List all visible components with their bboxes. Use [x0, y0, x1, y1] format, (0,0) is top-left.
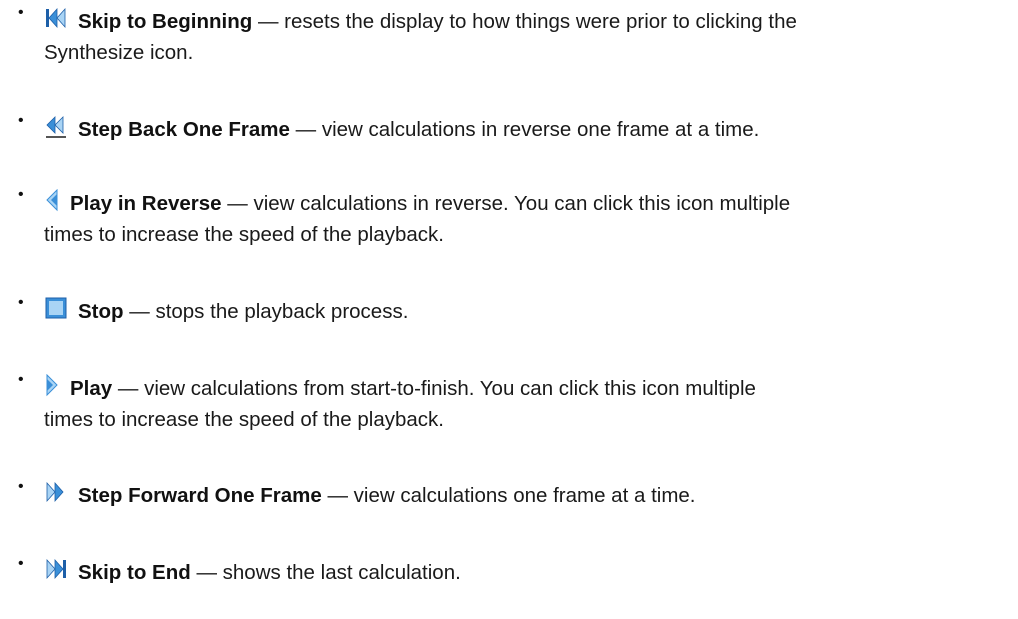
bullet: •	[18, 294, 24, 311]
bullet: •	[18, 555, 24, 572]
skip-to-end-icon	[44, 558, 68, 582]
skip-to-beginning-icon	[44, 7, 68, 31]
item-description-continued: Synthesize icon.	[44, 41, 194, 64]
item-description-continued: times to increase the speed of the playb…	[44, 408, 444, 431]
item-label: Play in Reverse	[70, 192, 222, 215]
play-icon	[44, 374, 60, 398]
bullet: •	[18, 4, 24, 21]
item-description: — shows the last calculation.	[190, 561, 461, 584]
bullet: •	[18, 371, 24, 388]
item-description: — resets the display to how things were …	[252, 10, 797, 33]
item-label: Skip to Beginning	[78, 10, 253, 33]
item-label: Step Back One Frame	[78, 118, 290, 141]
bullet: •	[18, 112, 24, 129]
step-forward-one-frame-icon	[44, 481, 68, 505]
bullet: •	[18, 186, 24, 203]
play-in-reverse-icon	[44, 189, 60, 213]
item-label: Step Forward One Frame	[78, 484, 322, 507]
document-page: { "items": [ { "icon": "skip-to-beginnin…	[0, 0, 1018, 619]
item-description: — view calculations from start-to-finish…	[112, 377, 756, 400]
item-description: — view calculations one frame at a time.	[321, 484, 696, 507]
item-label: Stop	[78, 300, 124, 323]
item-label: Play	[70, 377, 113, 400]
item-label: Skip to End	[78, 561, 191, 584]
stop-icon	[44, 297, 68, 321]
bullet: •	[18, 478, 24, 495]
step-back-one-frame-icon	[44, 115, 68, 139]
item-description: — view calculations in reverse one frame…	[289, 118, 760, 141]
item-description-continued: times to increase the speed of the playb…	[44, 223, 444, 246]
item-description: — view calculations in reverse. You can …	[221, 192, 791, 215]
item-description: — stops the playback process.	[123, 300, 409, 323]
